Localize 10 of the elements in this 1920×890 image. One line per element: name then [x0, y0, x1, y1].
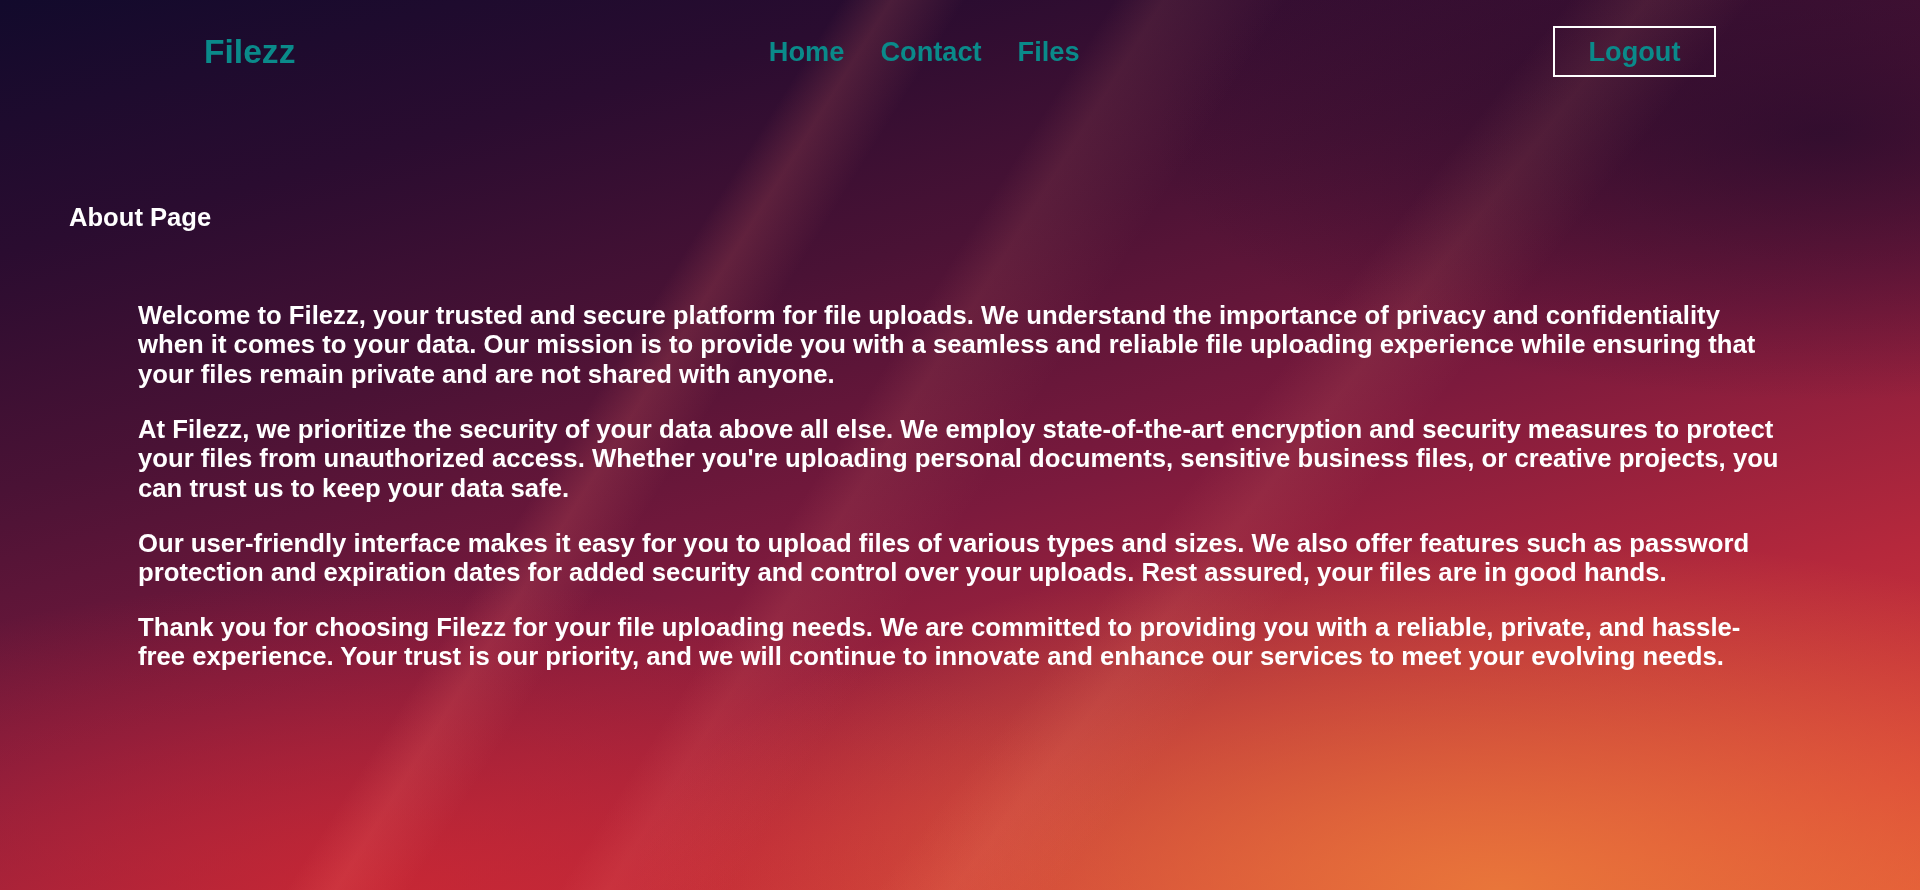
about-paragraph: Welcome to Filezz, your trusted and secure platform for file uploads. We understand the importance of privacy and confidentiality when it comes to your data. Our mission is to provide you with a seamless and reliable file uploading experience while ensuring that your files remain private and are not shared with anyone.	[138, 301, 1757, 390]
page-heading: About Page	[69, 203, 212, 232]
nav-link[interactable]: Home	[768, 37, 845, 66]
logout-button[interactable]: Logout	[1553, 26, 1716, 77]
about-paragraph: At Filezz, we prioritize the security of your data above all else. We employ state-of-the-art encryption and security measures to protect your files from unauthorized access. Whether you're uploading personal documents, sensitive business files, or creative projects, you can trust us to keep your data safe.	[138, 414, 1780, 504]
about-paragraph: Our user-friendly interface makes it easy for you to upload files of various types and sizes. We also offer features such as password protection and expiration dates for added security and control over your uploads. Rest assured, your files are in good hands.	[138, 528, 1751, 588]
about-paragraph: Thank you for choosing Filezz for your file uploading needs. We are committed to providing you with a reliable, private, and hassle-free experience. Your trust is our priority, and we will continue to innovate and enhance our services to meet your evolving needs.	[138, 613, 1742, 672]
nav-link[interactable]: Files	[1017, 37, 1080, 66]
nav-link[interactable]: Contact	[880, 37, 982, 66]
brand-logo-link[interactable]: Filezz	[204, 34, 296, 69]
